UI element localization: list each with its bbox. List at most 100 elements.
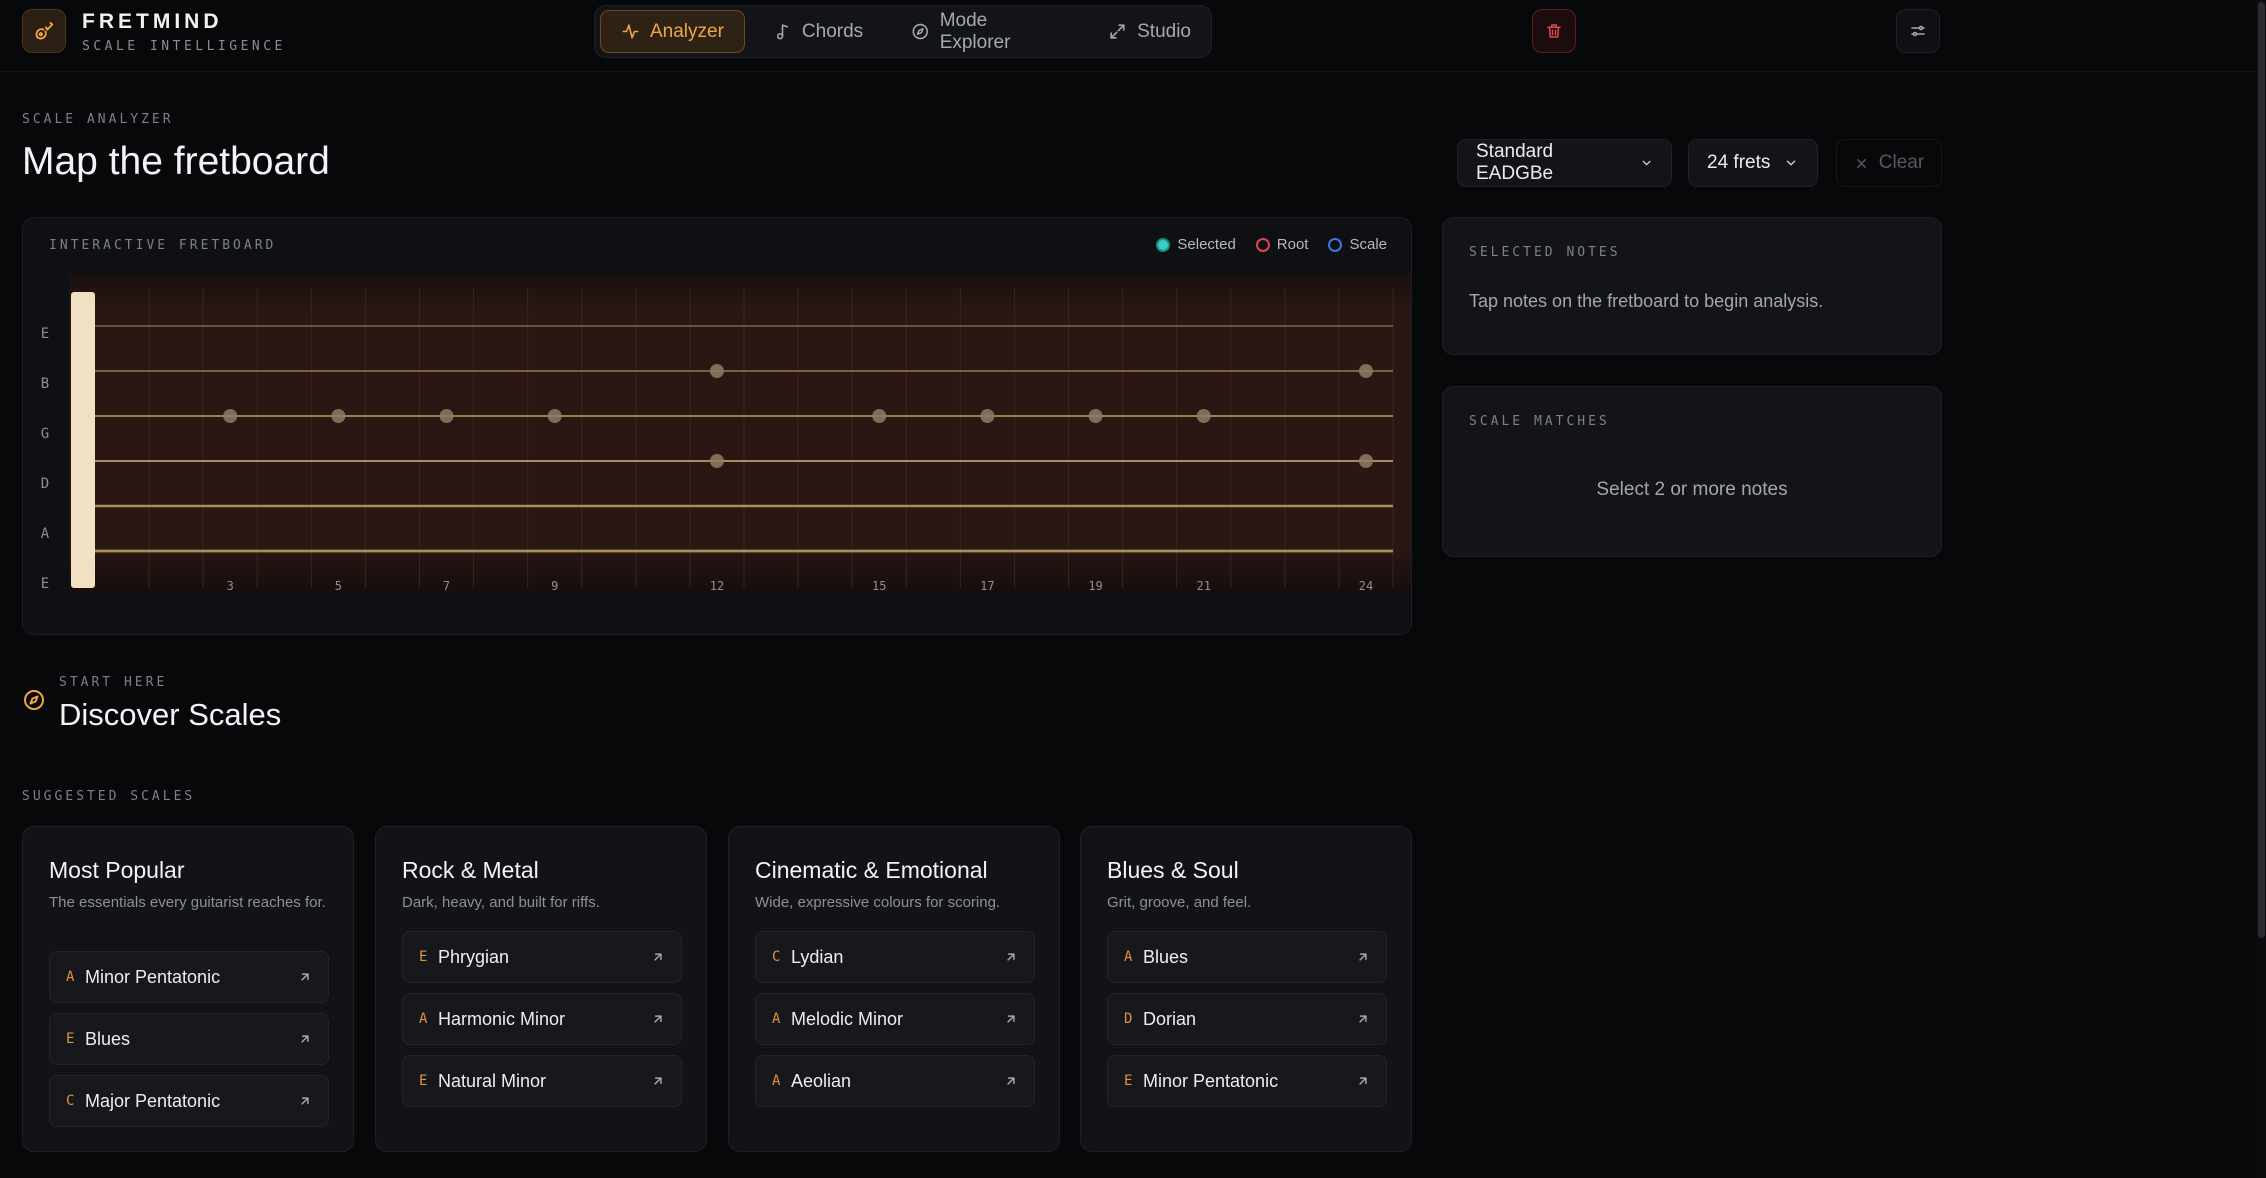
scrollbar-thumb[interactable] [2258,2,2265,938]
scale-root: A [772,1073,781,1089]
fret-inlay-marker [980,409,995,423]
guitar-icon [35,21,54,40]
suggested-scales-label: SUGGESTED SCALES [22,789,196,804]
tuning-select[interactable]: Standard EADGBe [1457,139,1672,187]
scale-root: A [772,1011,781,1027]
fret-inlay-marker [331,409,346,423]
fretboard-label: INTERACTIVE FRETBOARD [49,238,277,253]
card-title: Rock & Metal [402,857,539,883]
scale-name: Blues [85,1028,131,1049]
scale-item[interactable]: A Aeolian [755,1055,1035,1107]
arrow-up-right-icon [301,1035,309,1043]
fret-inlay-marker [709,454,724,468]
scale-item[interactable]: E Minor Pentatonic [1107,1055,1387,1107]
brand-name: FRETMIND [82,10,223,33]
scale-name: Natural Minor [438,1070,547,1091]
root-dot-icon [1255,237,1270,252]
scale-item[interactable]: D Dorian [1107,993,1387,1045]
scale-name: Minor Pentatonic [1143,1070,1279,1091]
scale-item[interactable]: A Harmonic Minor [402,993,682,1045]
fret-inlay-marker [1196,409,1211,423]
scale-name: Lydian [791,946,844,967]
scale-item[interactable]: E Phrygian [402,931,682,983]
settings-button[interactable] [1896,9,1940,53]
nav-studio[interactable]: Studio [1088,10,1211,53]
compass-icon [912,23,929,40]
fret-number: 19 [1088,579,1102,593]
scale-root: E [66,1031,75,1047]
card-title: Cinematic & Emotional [755,857,988,883]
fret-inlay-marker [439,409,454,423]
arrow-up-right-icon [1359,1015,1367,1023]
nav-mode-explorer[interactable]: Mode Explorer [891,10,1080,53]
brand: FRETMIND SCALE INTELLIGENCE [82,10,286,54]
page-title: Map the fretboard [22,140,330,183]
scale-root: A [1124,949,1133,965]
fretboard-legend: Selected Root Scale [1156,236,1387,253]
chevron-down-icon [1787,160,1796,166]
clear-label: Clear [1878,152,1925,173]
scale-item[interactable]: C Major Pentatonic [49,1075,329,1127]
scale-item[interactable]: A Melodic Minor [755,993,1035,1045]
nav-label: Studio [1137,20,1191,42]
legend-selected: Selected [1156,236,1236,253]
frets-value: 24 frets [1707,152,1771,173]
fret-number: 17 [980,579,994,593]
nav-analyzer[interactable]: Analyzer [600,10,745,53]
scale-item[interactable]: E Natural Minor [402,1055,682,1107]
delete-button[interactable] [1532,9,1576,53]
scale-root: D [1124,1011,1133,1027]
selected-notes-card: SELECTED NOTES Tap notes on the fretboar… [1442,217,1942,355]
fret-inlay-marker [547,409,562,423]
scale-matches-title: SCALE MATCHES [1469,414,1610,429]
string-label: E [41,326,49,342]
fretboard[interactable]: E B G D A E 3 5 7 9 12 15 17 19 21 24 [23,218,1412,635]
scale-root: C [66,1093,75,1109]
fretboard-panel: E B G D A E 3 5 7 9 12 15 17 19 21 24 INTERACTIVE FRETB… [22,217,1412,635]
nut [71,292,95,588]
nav-label: Mode Explorer [939,9,1011,53]
scale-name: Phrygian [438,946,510,967]
music-note-icon [776,24,788,40]
scale-card-most-popular: Most Popular The essentials every guitar… [22,826,354,1152]
fretboard-base [69,593,1411,634]
nav-label: Chords [801,20,864,42]
fret-number: 7 [443,579,450,593]
close-icon [1856,158,1866,168]
scale-card-cinematic: Cinematic & Emotional Wide, expressive c… [728,826,1060,1152]
arrow-up-right-icon [654,1015,662,1023]
fret-inlay-marker [709,364,724,378]
scale-item[interactable]: E Blues [49,1013,329,1065]
arrow-up-right-icon [1007,1015,1015,1023]
fret-number: 24 [1359,579,1373,593]
frets-select[interactable]: 24 frets [1688,139,1818,187]
scale-root: E [1124,1073,1133,1089]
scale-dot-icon [1328,237,1343,252]
fret-inlay-marker [1088,409,1103,423]
discover-title: Discover Scales [59,697,282,732]
scale-name: Minor Pentatonic [85,966,221,987]
legend-label: Selected [1177,236,1236,253]
card-description: Grit, groove, and feel. [1107,894,1252,911]
scale-item[interactable]: C Lydian [755,931,1035,983]
fret-number: 12 [710,579,724,593]
arrow-up-right-icon [654,953,662,961]
logo[interactable] [22,9,66,53]
scale-name: Melodic Minor [791,1008,904,1029]
scale-item[interactable]: A Blues [1107,931,1387,983]
scale-item[interactable]: A Minor Pentatonic [49,951,329,1003]
fret-inlay-marker [1358,454,1373,468]
clear-button[interactable]: Clear [1836,139,1942,187]
app-header: FRETMIND SCALE INTELLIGENCE Analyzer Cho… [0,0,2256,72]
scale-root: C [772,949,781,965]
trash-icon [1547,24,1561,38]
scale-name: Dorian [1143,1008,1197,1029]
scale-matches-card: SCALE MATCHES Select 2 or more notes [1442,386,1942,557]
string-label: D [41,476,49,492]
tuning-value: Standard EADGBe [1476,141,1554,184]
card-title: Most Popular [49,857,185,883]
arrow-up-right-icon [301,1097,309,1105]
nav-chords[interactable]: Chords [753,10,883,53]
fret-inlay-marker [872,409,887,423]
scale-root: A [66,969,75,985]
